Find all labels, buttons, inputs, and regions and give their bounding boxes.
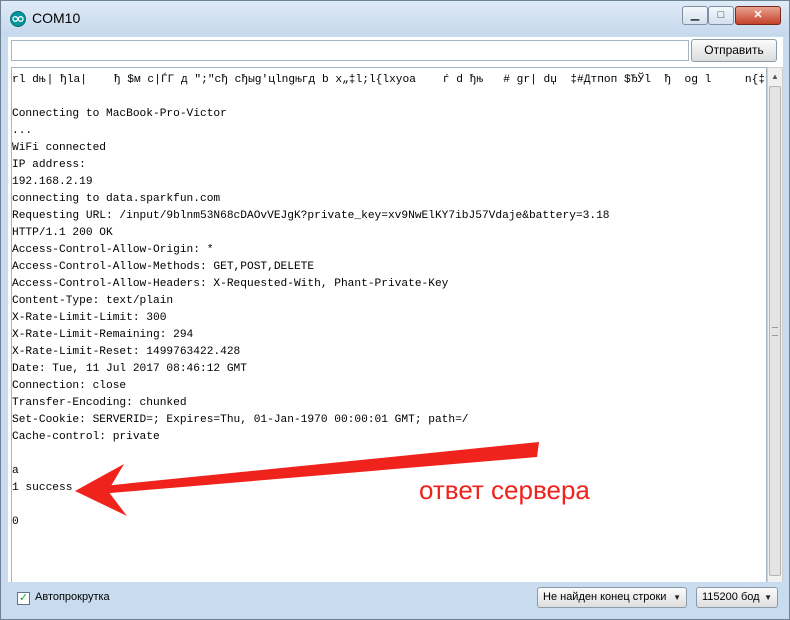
line-ending-select[interactable]: Не найден конец строки ▼ xyxy=(537,587,687,608)
red-arrow-annotation xyxy=(1,1,790,620)
baud-rate-value: 115200 бод xyxy=(702,591,760,603)
baud-rate-select[interactable]: 115200 бод ▼ xyxy=(696,587,778,608)
autoscroll-checkbox[interactable]: ✓ xyxy=(17,592,30,605)
autoscroll-label[interactable]: Автопрокрутка xyxy=(35,591,110,603)
annotation-label: ответ сервера xyxy=(419,475,590,506)
serial-monitor-window: COM10 ▁ □ ✕ Отправить rl dњ | ђla| ђ $м … xyxy=(0,0,790,620)
chevron-down-icon: ▼ xyxy=(673,588,681,607)
status-bar: ✓ Автопрокрутка Не найден конец строки ▼… xyxy=(1,582,789,619)
chevron-down-icon: ▼ xyxy=(764,588,772,607)
line-ending-value: Не найден конец строки xyxy=(543,591,666,603)
